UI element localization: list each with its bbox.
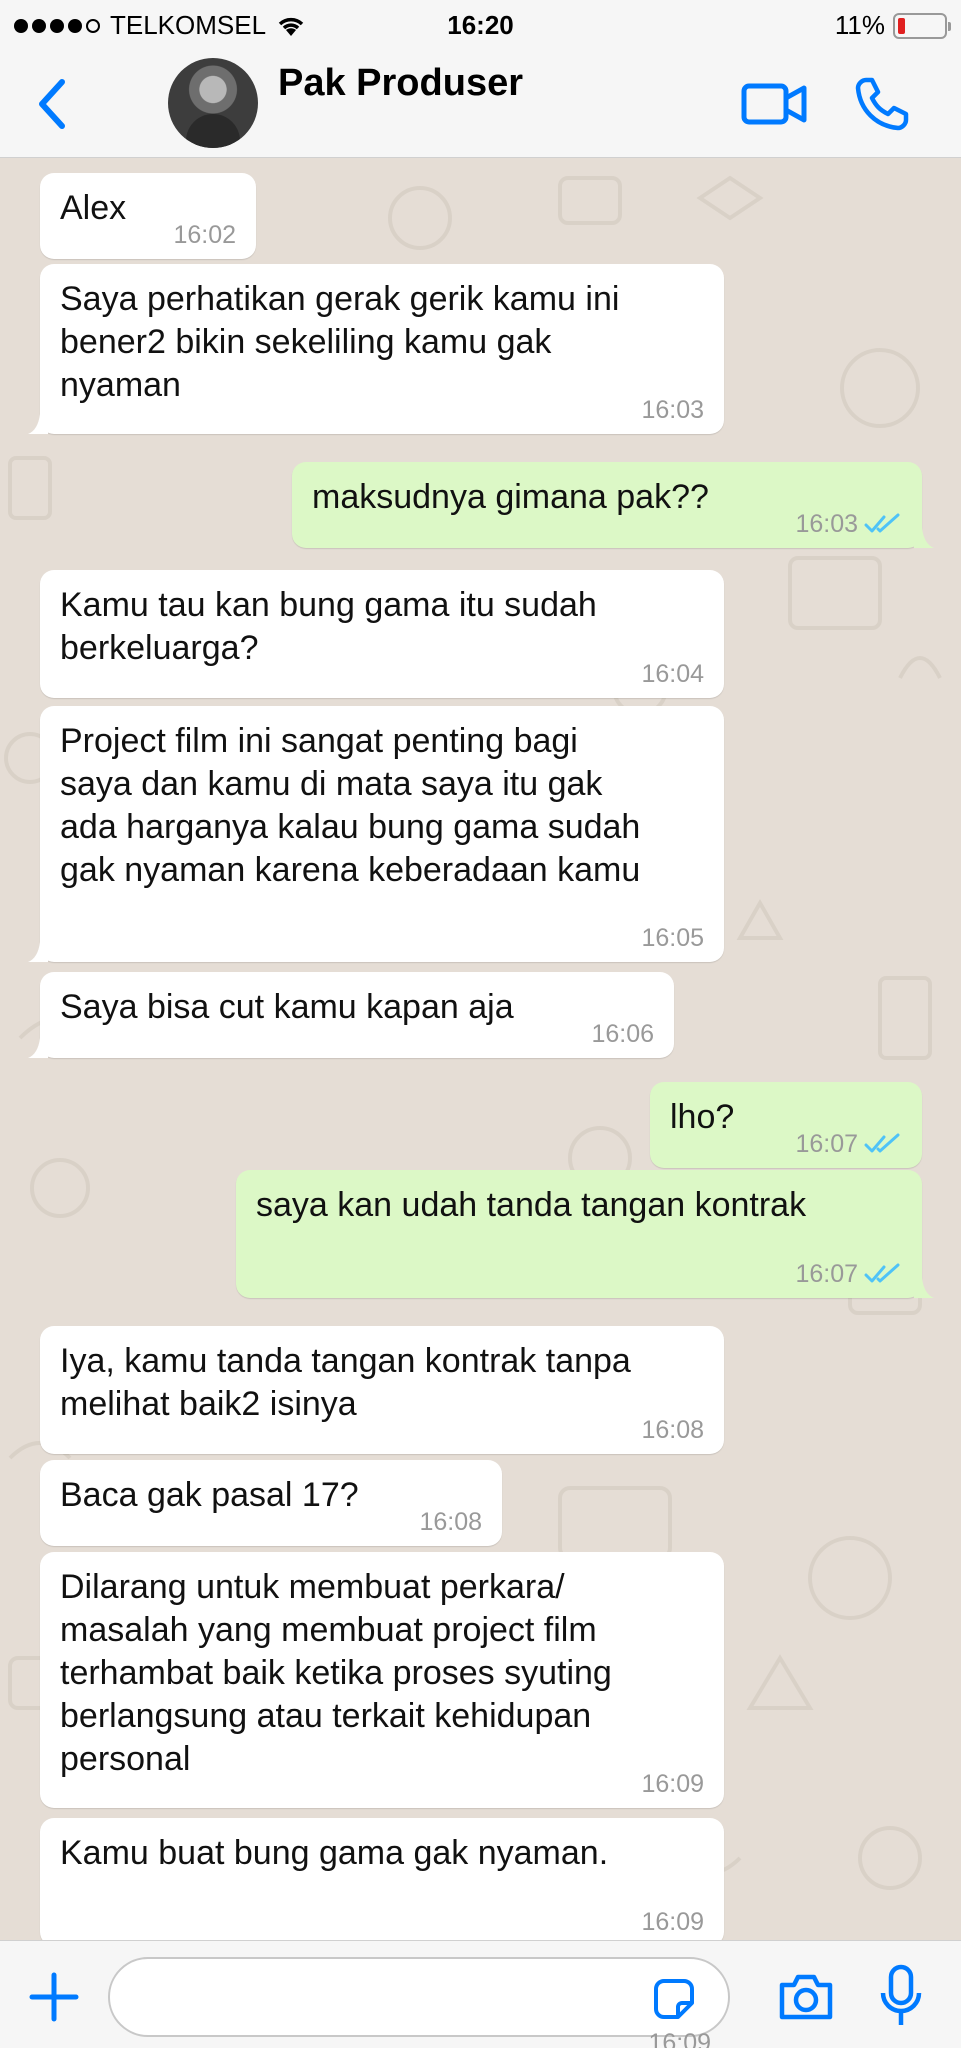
battery-icon	[893, 12, 951, 39]
plus-icon[interactable]	[26, 1969, 82, 2025]
incoming-message-bubble[interactable]: Saya bisa cut kamu kapan aja 16:06	[28, 972, 674, 1058]
message-text: Kamu tau kan bung gama itu sudah berkelua…	[60, 586, 597, 667]
battery-percent: 11%	[834, 10, 885, 40]
outgoing-message-bubble[interactable]: maksudnya gimana pak?? 16:03	[292, 462, 934, 548]
read-receipt-icon	[864, 513, 900, 533]
timestamp-text: 16:09	[641, 1908, 704, 1936]
timestamp-text: 16:09	[641, 1770, 704, 1798]
timestamp-text: 16:05	[641, 924, 704, 952]
avatar[interactable]	[168, 58, 258, 148]
sticker-icon[interactable]	[650, 1975, 698, 2023]
message-timestamp: 16:07	[795, 1260, 902, 1288]
message-text: saya kan udah tanda tangan kontrak	[256, 1186, 807, 1224]
message-text: Kamu buat bung gama gak nyaman.	[60, 1834, 609, 1872]
message-text: Saya perhatikan gerak gerik kamu ini bene…	[60, 280, 620, 404]
outgoing-message-bubble[interactable]: lho? 16:07	[650, 1082, 922, 1168]
message-timestamp: 16:09	[641, 1770, 704, 1798]
timestamp-text: 16:08	[641, 1416, 704, 1444]
chat-header: Pak Produser	[0, 50, 961, 158]
timestamp-text: 16:03	[795, 510, 858, 538]
message-text: Project film ini sangat penting bagi saya…	[60, 722, 641, 889]
timestamp-text: 16:03	[641, 396, 704, 424]
incoming-message-bubble[interactable]: Baca gak pasal 17? 16:08	[40, 1460, 502, 1546]
read-receipt-icon	[864, 1263, 900, 1283]
message-text: Dilarang untuk membuat perkara/masalah y…	[60, 1568, 612, 1778]
timestamp-text: 16:07	[795, 1130, 858, 1158]
message-timestamp: 16:05	[641, 924, 704, 952]
message-timestamp: 16:02	[173, 221, 236, 249]
bubble-tail	[28, 1038, 48, 1058]
message-timestamp: 16:03	[795, 510, 902, 538]
message-text: Iya, kamu tanda tangan kontrak tanpa meli…	[60, 1342, 631, 1423]
message-list[interactable]: Alex 16:02 Saya perhatikan gerak gerik kam…	[0, 158, 961, 1940]
bubble-tail	[914, 1278, 934, 1298]
message-timestamp: 16:08	[641, 1416, 704, 1444]
message-input[interactable]	[108, 1957, 730, 2037]
clock: 16:20	[447, 10, 514, 40]
bubble-tail	[28, 942, 48, 962]
contact-name[interactable]: Pak Produser	[278, 62, 523, 105]
read-receipt-icon	[864, 1133, 900, 1153]
message-timestamp: 16:08	[419, 1508, 482, 1536]
message-text: Saya bisa cut kamu kapan aja	[60, 988, 514, 1026]
incoming-message-bubble[interactable]: Dilarang untuk membuat perkara/masalah y…	[40, 1552, 724, 1808]
message-timestamp: 16:03	[641, 396, 704, 424]
video-call-icon[interactable]	[740, 76, 810, 132]
timestamp-text: 16:08	[419, 1508, 482, 1536]
battery-info: 11%	[834, 10, 951, 41]
message-timestamp: 16:07	[795, 1130, 902, 1158]
message-timestamp: 16:04	[641, 660, 704, 688]
phone-call-icon[interactable]	[852, 74, 912, 134]
message-timestamp: 16:09	[641, 1908, 704, 1936]
bubble-tail	[28, 414, 48, 434]
partially-hidden-timestamp: 16:09	[648, 2029, 711, 2048]
message-timestamp: 16:06	[591, 1020, 654, 1048]
incoming-message-bubble[interactable]: Saya perhatikan gerak gerik kamu ini bene…	[28, 264, 724, 434]
back-chevron-icon[interactable]	[30, 76, 80, 132]
incoming-message-bubble[interactable]: Alex 16:02	[40, 173, 256, 259]
incoming-message-bubble[interactable]: Iya, kamu tanda tangan kontrak tanpa meli…	[40, 1326, 724, 1454]
incoming-message-bubble[interactable]: Project film ini sangat penting bagi saya…	[28, 706, 724, 962]
status-bar: TELKOMSEL 16:20 11%	[0, 0, 961, 50]
incoming-message-bubble[interactable]: Kamu tau kan bung gama itu sudah berkelua…	[40, 570, 724, 698]
composer-bar: 16:09	[0, 1940, 961, 2048]
timestamp-text: 16:02	[173, 221, 236, 249]
incoming-message-bubble[interactable]: Kamu buat bung gama gak nyaman. 16:09	[40, 1818, 724, 1940]
timestamp-text: 16:07	[795, 1260, 858, 1288]
camera-icon[interactable]	[776, 1971, 836, 2023]
bubble-tail	[914, 528, 934, 548]
outgoing-message-bubble[interactable]: saya kan udah tanda tangan kontrak 16:07	[236, 1170, 934, 1298]
timestamp-text: 16:04	[641, 660, 704, 688]
microphone-icon[interactable]	[878, 1963, 924, 2029]
timestamp-text: 16:06	[591, 1020, 654, 1048]
